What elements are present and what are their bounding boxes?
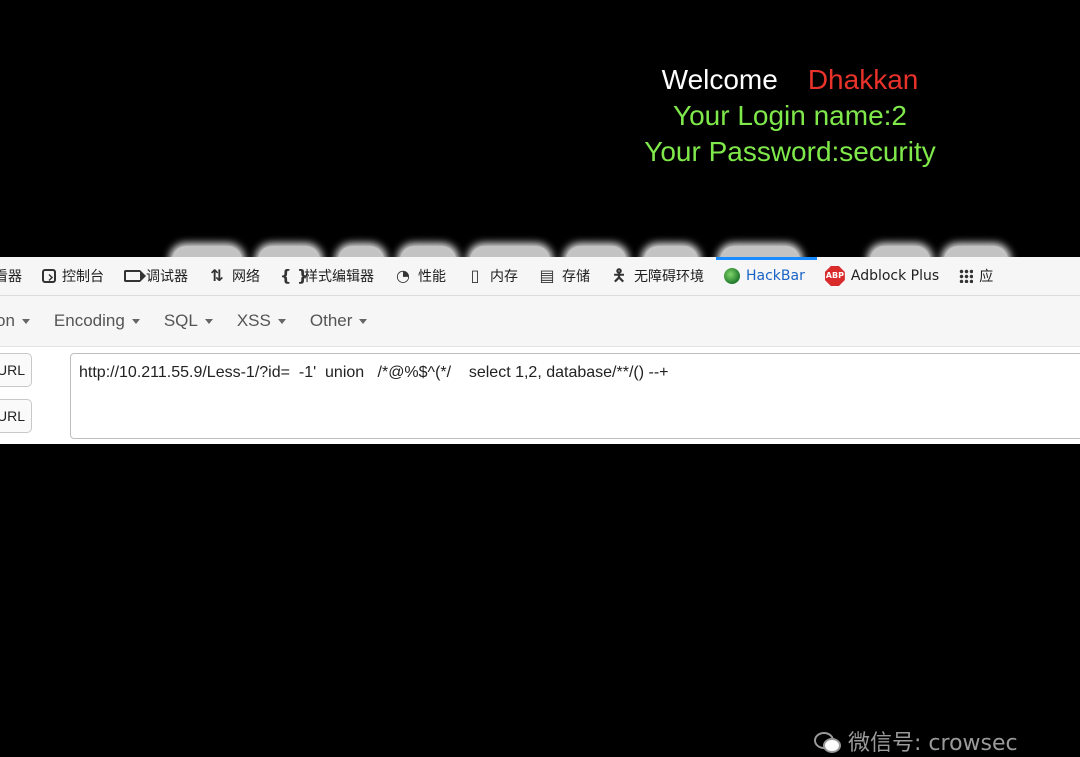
menu-label: XSS <box>236 311 271 330</box>
network-icon: ⇅ <box>210 266 224 285</box>
watermark: 微信号: crowsec <box>814 725 1018 757</box>
style-editor-icon: { } <box>280 266 309 285</box>
welcome-line: Welcome Dhakkan <box>560 62 1020 98</box>
chevron-down-icon <box>277 318 286 324</box>
chevron-down-icon <box>359 318 368 324</box>
welcome-text: Welcome <box>661 64 778 95</box>
tab-console[interactable]: 控制台 <box>34 257 116 295</box>
tab-accessibility[interactable]: 🯅 无障碍环境 <box>602 257 716 295</box>
tab-memory[interactable]: ▯ 内存 <box>458 257 530 295</box>
tab-label: Adblock Plus <box>850 268 940 284</box>
login-name-line: Your Login name:2 <box>672 100 908 131</box>
tab-label: 存储 <box>562 269 590 285</box>
tab-label: 网络 <box>232 269 260 285</box>
menu-other[interactable]: Other <box>310 311 368 331</box>
storage-icon: ▤ <box>539 266 555 285</box>
welcome-username: Dhakkan <box>807 64 919 95</box>
tab-label: 调试器 <box>146 269 188 285</box>
chevron-down-icon <box>131 318 140 324</box>
password-line: Your Password:security <box>644 136 936 167</box>
tab-label: HackBar <box>746 268 805 284</box>
tab-debugger[interactable]: 调试器 <box>116 257 200 295</box>
console-icon <box>42 269 56 283</box>
menu-encoding[interactable]: Encoding <box>54 311 140 331</box>
split-url-button[interactable]: URL <box>0 399 32 433</box>
chevron-down-icon <box>21 318 30 324</box>
menu-sql[interactable]: SQL <box>164 311 213 331</box>
debugger-icon <box>124 270 146 282</box>
hackbar-body: URL URL http://10.211.55.9/Less-1/?id= -… <box>0 347 1080 756</box>
chevron-down-icon <box>204 318 213 324</box>
tab-label: 看器 <box>0 269 22 285</box>
tab-network[interactable]: ⇅ 网络 <box>200 257 272 295</box>
devtools-tab-bar: 看器 控制台 调试器 ⇅ 网络 { } 样式编辑器 ◔ 性能 ▯ 内存 ▤ 存储… <box>0 257 1080 296</box>
tab-apps[interactable]: 应 <box>951 257 1005 295</box>
tab-hackbar[interactable]: HackBar <box>716 257 817 295</box>
menu-label: Encoding <box>53 311 125 330</box>
tab-label: 控制台 <box>62 269 104 285</box>
tab-label: 应 <box>979 269 994 285</box>
hackbar-toolbar: on Encoding SQL XSS Other <box>0 296 1080 347</box>
watermark-text: 微信号: crowsec <box>848 731 1018 756</box>
accessibility-icon: 🯅 <box>611 266 627 285</box>
login-result: Welcome Dhakkan Your Login name:2 Your Pa… <box>560 62 1020 170</box>
menu-label: SQL <box>163 311 198 330</box>
wechat-icon <box>814 730 841 753</box>
tab-performance[interactable]: ◔ 性能 <box>386 257 458 295</box>
tab-label: 内存 <box>490 269 518 285</box>
tab-label: 无障碍环境 <box>634 269 704 285</box>
hackbar-icon <box>724 268 740 284</box>
tab-storage[interactable]: ▤ 存储 <box>530 257 602 295</box>
tab-style-editor[interactable]: { } 样式编辑器 <box>272 257 386 295</box>
tab-inspector[interactable]: 看器 <box>0 257 34 295</box>
tab-adblock-plus[interactable]: ABP Adblock Plus <box>817 257 951 295</box>
menu-xss[interactable]: XSS <box>237 311 286 331</box>
menu-label: Other <box>309 311 353 330</box>
tab-label: 样式编辑器 <box>304 269 374 285</box>
load-url-button[interactable]: URL <box>0 353 32 387</box>
page-content: Welcome Dhakkan Your Login name:2 Your Pa… <box>0 0 1080 272</box>
adblock-icon: ABP <box>824 266 845 286</box>
menu-partial[interactable]: on <box>0 311 30 331</box>
tab-label: 性能 <box>418 269 446 285</box>
url-textarea[interactable]: http://10.211.55.9/Less-1/?id= -1' union… <box>70 353 1080 439</box>
apps-grid-icon <box>959 269 974 283</box>
memory-icon: ▯ <box>470 266 480 285</box>
menu-label: on <box>0 311 15 330</box>
performance-icon: ◔ <box>396 266 410 285</box>
